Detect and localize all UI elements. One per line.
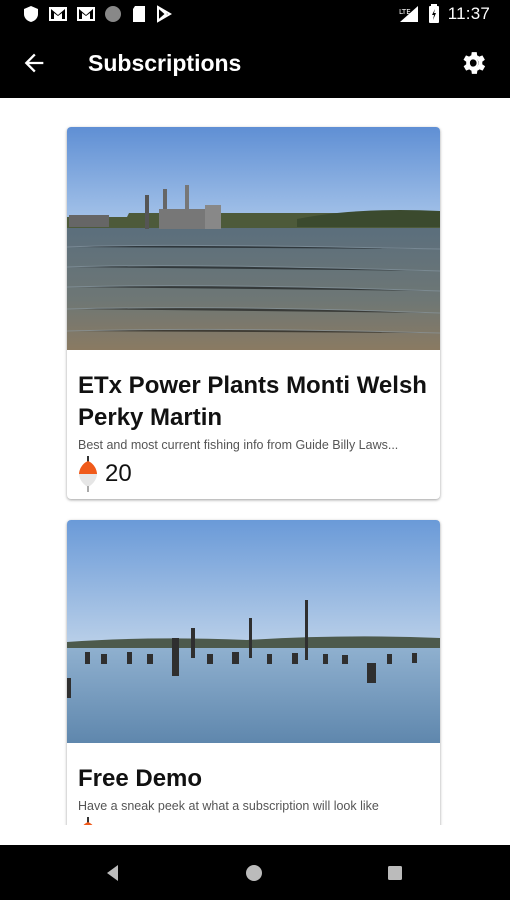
play-store-icon [157,5,172,23]
gmail-icon [77,7,95,21]
subscription-title: Free Demo [78,765,203,792]
recents-square-icon[interactable] [384,862,406,884]
system-nav-bar [0,845,510,900]
subscription-card[interactable]: ETx Power Plants Monti Welsh Perky Marti… [67,127,440,499]
lake-with-power-plant-photo [67,127,440,350]
subscription-count-row: 9 [77,817,440,825]
notification-icons [22,5,174,23]
clock: 11:37 [447,4,490,23]
subscription-count: 20 [105,460,132,487]
gmail-icon [49,7,67,21]
flooded-timber-lake-photo [67,520,440,743]
page-title: Subscriptions [88,50,242,76]
gear-icon[interactable] [458,48,488,78]
subscription-title: ETx Power Plants Monti Welsh Perky Marti… [78,372,427,431]
system-status: LTE 11:37 [398,4,490,24]
signal-icon: LTE [399,6,418,22]
subscription-description: Have a sneak peek at what a subscription… [78,799,379,813]
back-triangle-icon[interactable] [102,862,124,884]
subscription-count-row: 20 [77,456,440,492]
subscription-count: 9 [105,821,118,825]
arrow-back-icon[interactable] [20,49,48,77]
status-bar: LTE 11:37 [0,0,510,30]
battery-icon [428,4,439,23]
fishing-bobber-icon [83,817,93,825]
sd-card-icon [133,6,145,22]
app-bar: Subscriptions [0,30,510,98]
subscription-description: Best and most current fishing info from … [78,438,399,452]
svg-text:LTE: LTE [399,8,411,16]
subscription-card[interactable]: Free Demo Have a sneak peek at what a su… [67,520,440,825]
shield-icon [24,6,38,22]
circle-icon [105,6,121,22]
subscriptions-list: ETx Power Plants Monti Welsh Perky Marti… [0,98,510,825]
home-circle-icon[interactable] [243,862,265,884]
fishing-bobber-icon [79,456,97,492]
